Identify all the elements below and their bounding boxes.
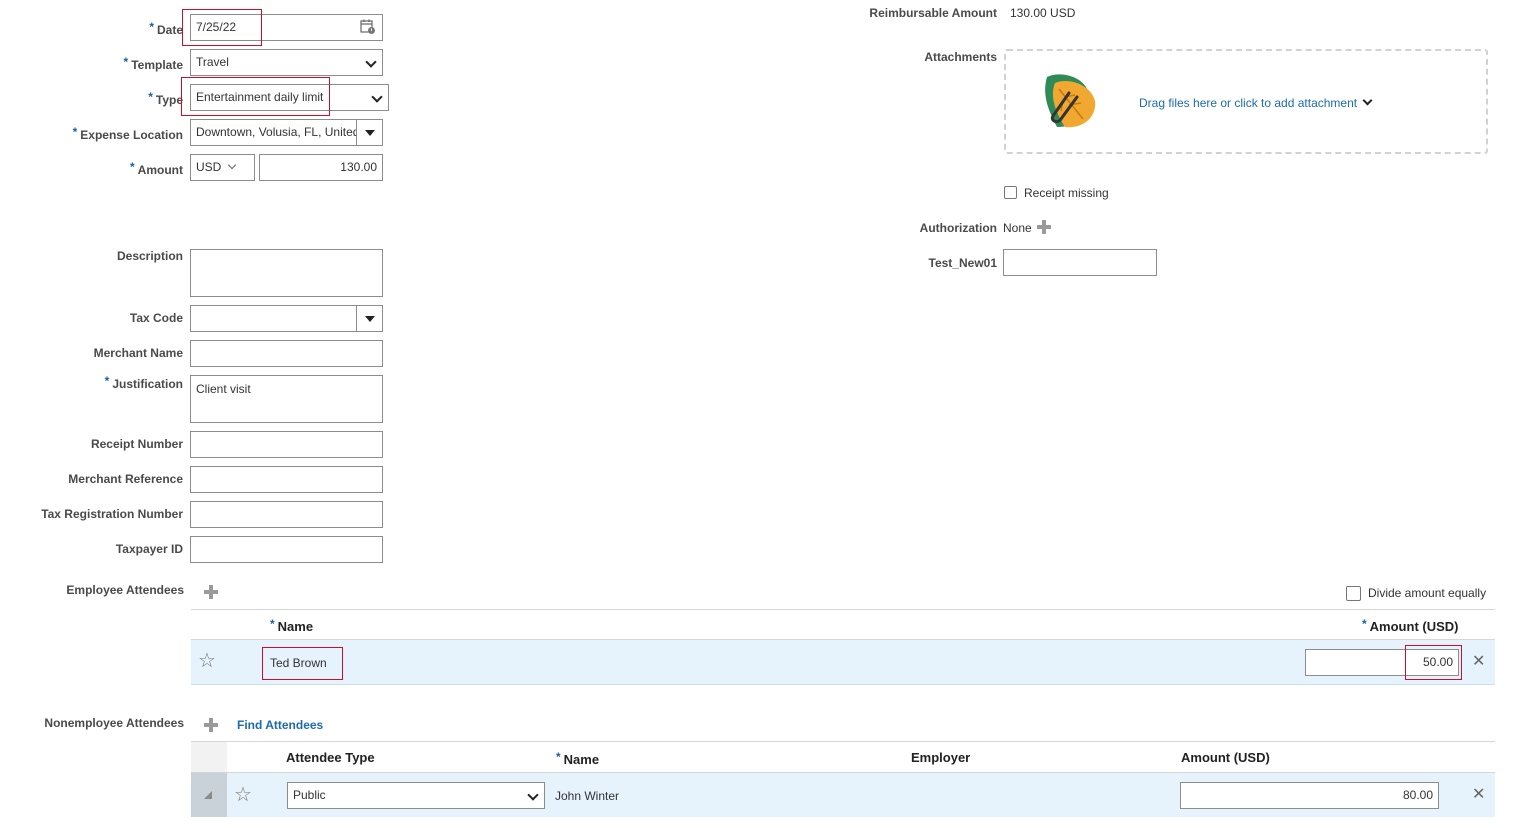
employee-name: Ted Brown xyxy=(270,656,327,670)
chevron-down-icon xyxy=(227,160,237,170)
justification-textarea[interactable]: Client visit xyxy=(190,375,383,423)
merchant-reference-input[interactable] xyxy=(190,466,383,493)
chevron-down-icon[interactable] xyxy=(1362,95,1373,106)
attachment-leaf-icon xyxy=(1045,74,1096,128)
receipt-missing-checkbox[interactable] xyxy=(1004,186,1017,199)
reimbursable-amount-label: Reimbursable Amount xyxy=(869,6,997,20)
remove-row-icon[interactable]: ✕ xyxy=(1472,654,1485,670)
test-new01-label: Test_New01 xyxy=(928,256,997,270)
receipt-number-label: Receipt Number xyxy=(90,437,183,451)
chevron-down-icon xyxy=(527,789,539,801)
date-input[interactable]: 7/25/22 xyxy=(190,14,383,41)
calendar-icon[interactable] xyxy=(360,19,376,35)
caret-down-icon xyxy=(365,130,375,136)
attendee-type-header: Attendee Type xyxy=(286,750,375,765)
taxpayer-id-input[interactable] xyxy=(190,536,383,563)
employer-header: Employer xyxy=(911,750,971,765)
merchant-name-input[interactable] xyxy=(190,340,383,367)
add-employee-attendee-icon[interactable] xyxy=(204,585,218,599)
merchant-name-label: Merchant Name xyxy=(93,346,183,360)
chevron-down-icon xyxy=(365,56,377,68)
date-label: * Date xyxy=(149,20,183,37)
chevron-down-icon xyxy=(371,91,383,103)
tax-registration-number-input[interactable] xyxy=(190,501,383,528)
find-attendees-link[interactable]: Find Attendees xyxy=(237,718,323,732)
tax-code-label: Tax Code xyxy=(129,311,183,325)
template-select[interactable]: Travel xyxy=(190,49,383,76)
favorite-star-icon[interactable]: ☆ xyxy=(198,651,216,671)
reimbursable-amount-value: 130.00 USD xyxy=(1010,6,1076,20)
test-new01-input[interactable] xyxy=(1003,249,1157,276)
expense-location-input[interactable]: Downtown, Volusia, FL, United xyxy=(190,119,357,146)
tax-registration-number-label: Tax Registration Number xyxy=(41,507,183,521)
employee-table-top-border xyxy=(191,609,1495,610)
receipt-number-input[interactable] xyxy=(190,431,383,458)
nonemployee-attendees-label: Nonemployee Attendees xyxy=(44,716,184,730)
taxpayer-id-label: Taxpayer ID xyxy=(115,542,183,556)
nonemployee-table-top-border xyxy=(191,741,1495,742)
attachments-label: Attachments xyxy=(924,50,997,64)
add-attachment-link[interactable]: Drag files here or click to add attachme… xyxy=(1139,96,1357,110)
employee-name-header: * Name xyxy=(270,617,314,634)
tax-code-dropdown-button[interactable] xyxy=(356,305,383,332)
add-authorization-icon[interactable] xyxy=(1037,220,1051,234)
expense-location-label: * Expense Location xyxy=(72,125,183,142)
nonemployee-amount-header: Amount (USD) xyxy=(1181,750,1270,765)
table-row[interactable]: ☆ Public John Winter 80.00 ✕ xyxy=(191,773,1495,817)
nonemployee-name-header: * Name xyxy=(556,750,600,767)
receipt-missing-label: Receipt missing xyxy=(1024,186,1109,200)
tax-code-input[interactable] xyxy=(190,305,357,332)
employee-attendees-label: Employee Attendees xyxy=(66,583,184,597)
attendee-type-select[interactable]: Public xyxy=(287,782,545,809)
authorization-label: Authorization xyxy=(919,221,997,235)
type-label: * Type xyxy=(148,90,183,107)
divide-amount-equally-checkbox[interactable] xyxy=(1346,586,1361,601)
amount-input[interactable]: 130.00 xyxy=(259,154,383,181)
attachment-dropzone[interactable]: Drag files here or click to add attachme… xyxy=(1004,49,1488,154)
type-select[interactable]: Entertainment daily limit xyxy=(190,84,389,111)
employee-amount-input[interactable]: 50.00 xyxy=(1305,649,1459,676)
divide-amount-equally-label: Divide amount equally xyxy=(1368,586,1487,600)
nonemployee-amount-input[interactable]: 80.00 xyxy=(1180,782,1439,809)
merchant-reference-label: Merchant Reference xyxy=(68,472,183,486)
justification-label: * Justification xyxy=(104,374,183,391)
currency-select[interactable]: USD xyxy=(190,154,255,181)
template-label: * Template xyxy=(123,55,183,72)
caret-down-icon xyxy=(365,316,375,322)
remove-row-icon[interactable]: ✕ xyxy=(1472,787,1485,803)
add-nonemployee-attendee-icon[interactable] xyxy=(204,718,218,732)
row-expand-handle[interactable] xyxy=(191,773,227,817)
nonemployee-name: John Winter xyxy=(555,789,620,803)
amount-label: * Amount xyxy=(130,160,183,177)
description-label: Description xyxy=(116,249,183,263)
row-selector-header xyxy=(191,742,227,773)
description-textarea[interactable] xyxy=(190,249,383,297)
favorite-star-icon[interactable]: ☆ xyxy=(234,785,252,805)
employee-amount-header: * Amount (USD) xyxy=(1362,617,1459,634)
table-row[interactable]: ☆ Ted Brown 50.00 ✕ xyxy=(191,640,1495,685)
authorization-value: None xyxy=(1003,221,1032,235)
expand-triangle-icon xyxy=(204,791,212,799)
expense-location-dropdown-button[interactable] xyxy=(356,119,383,146)
